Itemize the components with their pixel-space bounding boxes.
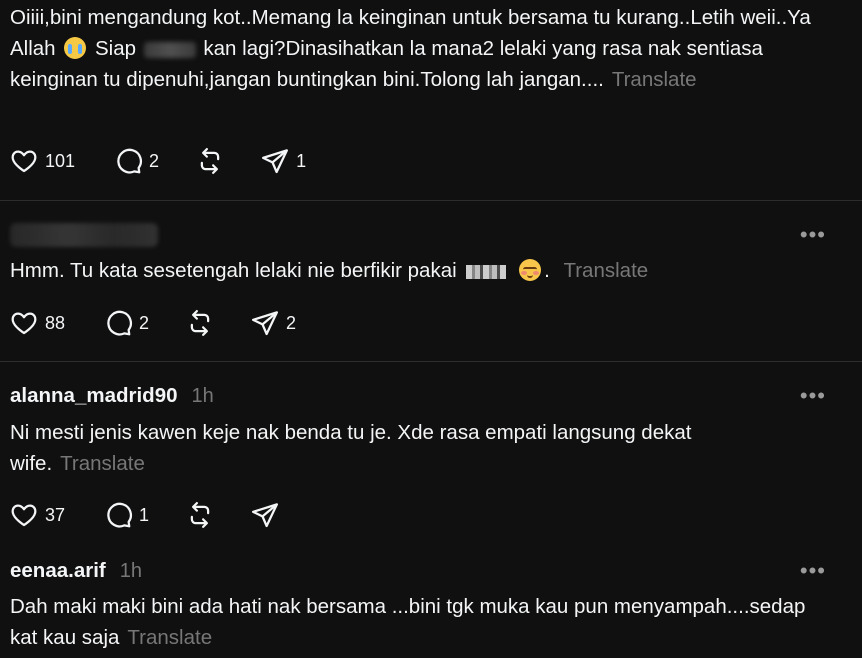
post-body: Oiiii,bini mengandung kot..Memang la kei…	[10, 2, 822, 95]
repost-icon	[185, 500, 215, 530]
relieved-face-emoji-icon	[519, 259, 542, 281]
crying-emoji-icon	[64, 37, 87, 59]
reply-button[interactable]: 2	[103, 308, 149, 338]
comment-icon	[113, 146, 143, 176]
post-text: .	[544, 259, 556, 282]
translate-link[interactable]: Translate	[563, 259, 648, 282]
post-3: alanna_madrid90 1h ••• Ni mesti jenis ka…	[0, 362, 862, 532]
more-options-icon[interactable]: •••	[800, 385, 826, 407]
share-count: 1	[296, 150, 307, 171]
post-header: eenaa.arif 1h	[10, 557, 142, 585]
comment-icon	[103, 500, 133, 530]
post-text	[510, 259, 516, 282]
like-count: 37	[45, 504, 66, 525]
post-actions: 88 2 2	[9, 308, 296, 338]
reply-button[interactable]: 2	[113, 146, 159, 176]
reply-count: 2	[149, 150, 160, 171]
like-button[interactable]: 101	[9, 146, 75, 176]
username[interactable]: eenaa.arif	[10, 559, 106, 583]
comment-icon	[103, 308, 133, 338]
post-text: Hmm. Tu kata sesetengah lelaki nie berfi…	[10, 259, 463, 282]
repost-button[interactable]	[195, 146, 225, 176]
post-1: Oiiii,bini mengandung kot..Memang la kei…	[0, 0, 862, 200]
translate-link[interactable]: Translate	[60, 452, 145, 475]
share-count: 2	[286, 312, 297, 333]
translate-link[interactable]: Translate	[127, 626, 212, 649]
send-icon	[250, 308, 280, 338]
share-button[interactable]: 2	[250, 308, 296, 338]
like-button[interactable]: 88	[9, 308, 65, 338]
post-body: Hmm. Tu kata sesetengah lelaki nie berfi…	[10, 255, 822, 286]
post-4: eenaa.arif 1h ••• Dah maki maki bini ada…	[0, 545, 862, 658]
timestamp: 1h	[191, 384, 214, 407]
heart-icon	[9, 146, 39, 176]
like-button[interactable]: 37	[9, 500, 65, 530]
reply-count: 1	[139, 504, 150, 525]
like-count: 88	[45, 312, 66, 333]
post-body: Ni mesti jenis kawen keje nak benda tu j…	[10, 417, 822, 479]
repost-button[interactable]	[185, 500, 215, 530]
post-text: Siap	[89, 37, 142, 60]
reply-count: 2	[139, 312, 150, 333]
post-actions: 101 2 1	[9, 146, 306, 176]
share-button[interactable]	[250, 500, 280, 530]
post-body: Dah maki maki bini ada hati nak bersama …	[10, 591, 822, 653]
blurred-username	[10, 223, 158, 247]
heart-icon	[9, 308, 39, 338]
timestamp: 1h	[119, 559, 142, 582]
share-button[interactable]: 1	[260, 146, 306, 176]
post-actions: 37 1	[9, 500, 280, 530]
censored-word	[143, 41, 196, 58]
more-options-icon[interactable]: •••	[800, 560, 826, 582]
post-header: alanna_madrid90 1h	[10, 382, 214, 410]
post-2: ••• Hmm. Tu kata sesetengah lelaki nie b…	[0, 201, 862, 361]
send-icon	[250, 500, 280, 530]
reply-button[interactable]: 1	[103, 500, 149, 530]
repost-button[interactable]	[185, 308, 215, 338]
censored-emoji	[466, 264, 507, 279]
repost-icon	[195, 146, 225, 176]
post-header	[10, 221, 158, 249]
like-count: 101	[45, 150, 76, 171]
more-options-icon[interactable]: •••	[800, 224, 826, 246]
send-icon	[260, 146, 290, 176]
translate-link[interactable]: Translate	[612, 68, 697, 91]
repost-icon	[185, 308, 215, 338]
heart-icon	[9, 500, 39, 530]
username[interactable]: alanna_madrid90	[10, 384, 178, 408]
